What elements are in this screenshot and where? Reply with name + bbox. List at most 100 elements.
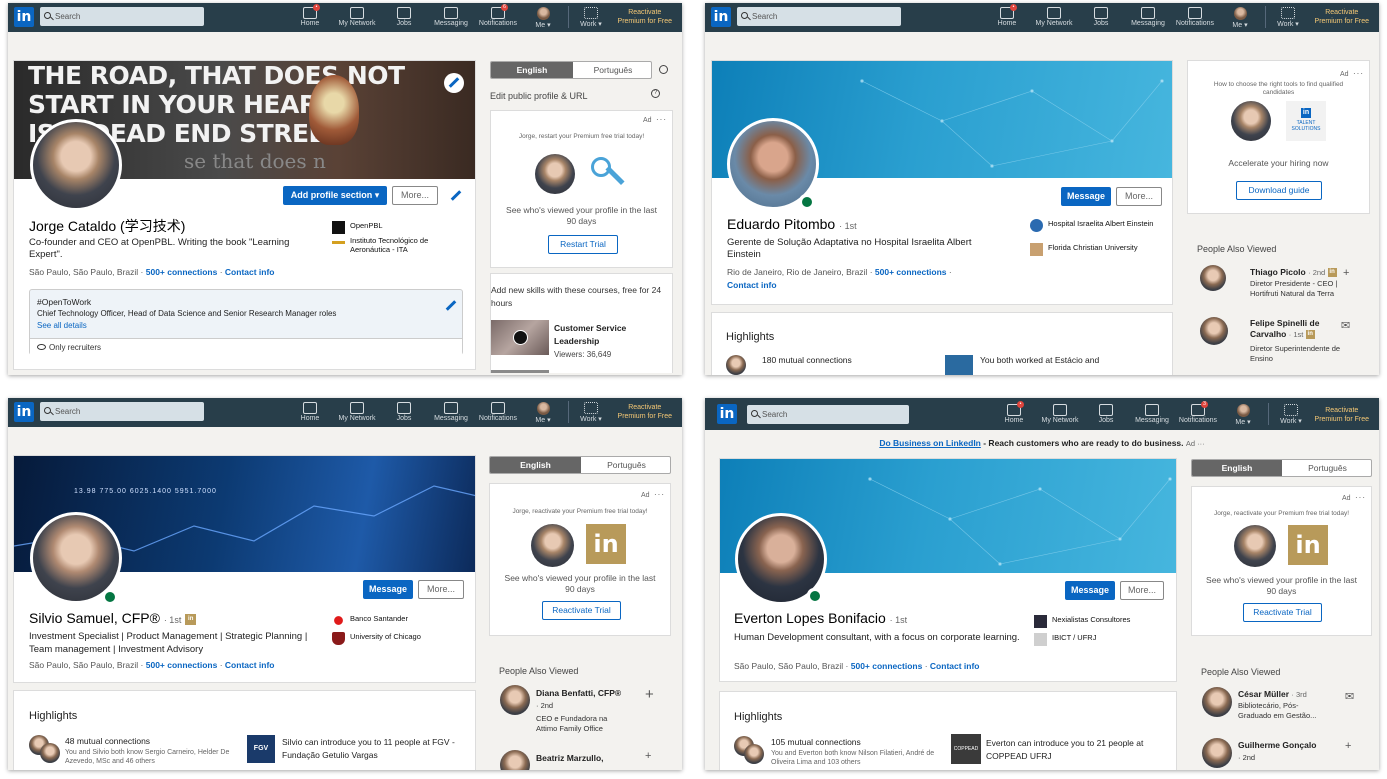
nav-jobs[interactable]: Jobs: [382, 400, 426, 422]
linkedin-logo[interactable]: in: [711, 7, 731, 27]
nav-messaging[interactable]: Messaging: [429, 5, 473, 27]
nav-me[interactable]: Me ▾: [1221, 402, 1265, 426]
search-input[interactable]: Search: [40, 7, 204, 26]
nav-home[interactable]: Home: [288, 400, 332, 422]
lang-english-tab[interactable]: English: [1192, 460, 1282, 476]
course-thumbnail[interactable]: [491, 320, 549, 355]
ad-options-icon[interactable]: ···: [1353, 69, 1364, 78]
nav-me[interactable]: Me ▾: [521, 400, 565, 424]
lang-portugues-tab[interactable]: Português: [581, 457, 670, 473]
nav-my-network[interactable]: My Network: [1032, 5, 1076, 27]
lang-english-tab[interactable]: English: [490, 457, 581, 473]
linkedin-logo[interactable]: in: [717, 404, 737, 424]
otw-see-details-link[interactable]: See all details: [37, 321, 87, 330]
download-guide-button[interactable]: Download guide: [1236, 181, 1322, 200]
reactivate-trial-button[interactable]: Reactivate Trial: [1243, 603, 1322, 622]
premium-link[interactable]: Reactivate Premium for Free: [1315, 8, 1369, 26]
connections-link[interactable]: 500+ connections: [875, 267, 947, 277]
premium-link[interactable]: Reactivate Premium for Free: [1315, 406, 1369, 424]
contact-info-link[interactable]: Contact info: [930, 661, 980, 671]
mutual-connections-link[interactable]: 48 mutual connections: [65, 736, 150, 747]
person-photo-thiago[interactable]: [1200, 265, 1226, 291]
nav-home[interactable]: • Home: [288, 4, 332, 27]
org-santander[interactable]: Banco Santander: [332, 614, 408, 627]
restart-trial-button[interactable]: Restart Trial: [548, 235, 618, 254]
search-input[interactable]: Search: [737, 7, 901, 26]
search-input[interactable]: Search: [40, 402, 204, 421]
more-button[interactable]: More...: [1120, 581, 1164, 600]
nav-notifications[interactable]: 6 Notifications: [476, 4, 520, 27]
person-name-cesar[interactable]: César Müller · 3rd: [1238, 689, 1307, 700]
message-button[interactable]: Message: [363, 580, 413, 599]
premium-link[interactable]: Reactivate Premium for Free: [618, 403, 672, 421]
reactivate-trial-button[interactable]: Reactivate Trial: [542, 601, 621, 620]
person-photo-diana[interactable]: [500, 685, 530, 715]
edit-banner-button[interactable]: [444, 73, 464, 93]
lang-portugues-tab[interactable]: Português: [573, 62, 651, 78]
course-title[interactable]: Customer Service Leadership: [554, 322, 669, 348]
person-photo-cesar[interactable]: [1202, 687, 1232, 717]
person-name-beatriz[interactable]: Beatriz Marzullo,: [536, 753, 604, 764]
language-toggle[interactable]: English Português: [489, 456, 671, 474]
nav-work[interactable]: Work ▾: [1266, 5, 1310, 28]
nav-messaging[interactable]: Messaging: [1126, 5, 1170, 27]
person-name-guilherme[interactable]: Guilherme Gonçalo: [1238, 740, 1316, 751]
mutual-connections-link[interactable]: 180 mutual connections: [762, 355, 852, 366]
language-toggle[interactable]: English Português: [1191, 459, 1372, 477]
nav-home[interactable]: • Home: [985, 4, 1029, 27]
nav-jobs[interactable]: Jobs: [382, 5, 426, 27]
nav-home[interactable]: • Home: [992, 401, 1036, 424]
ad-options-icon[interactable]: ···: [1355, 493, 1366, 502]
nav-my-network[interactable]: My Network: [335, 5, 379, 27]
ad-options-icon[interactable]: ···: [654, 490, 665, 499]
org-ibict[interactable]: IBICT / UFRJ: [1034, 633, 1096, 646]
nav-messaging[interactable]: Messaging: [429, 400, 473, 422]
nav-jobs[interactable]: Jobs: [1084, 402, 1128, 424]
connect-person-icon[interactable]: +: [645, 750, 651, 762]
edit-otw-pencil-icon[interactable]: [445, 300, 457, 311]
nav-notifications[interactable]: Notifications: [1173, 5, 1217, 27]
nav-my-network[interactable]: My Network: [335, 400, 379, 422]
linkedin-logo[interactable]: in: [14, 402, 34, 422]
org-einstein[interactable]: Hospital Israelita Albert Einstein: [1030, 219, 1158, 232]
contact-info-link[interactable]: Contact info: [225, 267, 275, 277]
ad-banner-label[interactable]: Ad ···: [1186, 439, 1205, 448]
org-ita[interactable]: Instituto Tecnológico de Aeronáutica - I…: [332, 236, 460, 254]
edit-intro-pencil-icon[interactable]: [450, 190, 462, 201]
message-button[interactable]: Message: [1065, 581, 1115, 600]
nav-work[interactable]: Work ▾: [1269, 402, 1313, 425]
person-photo-felipe[interactable]: [1200, 317, 1228, 345]
connections-link[interactable]: 500+ connections: [146, 267, 218, 277]
mutual-connections-link[interactable]: 105 mutual connections: [771, 737, 861, 748]
message-person-icon[interactable]: ✉: [1341, 319, 1350, 332]
help-icon[interactable]: ?: [651, 89, 660, 98]
person-photo-guilherme[interactable]: [1202, 738, 1232, 768]
org-uchicago[interactable]: University of Chicago: [332, 632, 421, 645]
nav-notifications[interactable]: Notifications: [476, 400, 520, 422]
nav-work[interactable]: Work ▾: [569, 5, 613, 28]
language-toggle[interactable]: English Português: [490, 61, 652, 79]
org-nexialistas[interactable]: Nexialistas Consultores: [1034, 615, 1130, 628]
more-button[interactable]: More...: [418, 580, 464, 599]
profile-photo[interactable]: [30, 119, 122, 211]
nav-me[interactable]: Me ▾: [1218, 5, 1262, 29]
nav-work[interactable]: Work ▾: [569, 400, 613, 423]
premium-link[interactable]: Reactivate Premium for Free: [618, 8, 672, 26]
course-thumbnail-2[interactable]: [491, 370, 549, 373]
lang-portugues-tab[interactable]: Português: [1282, 460, 1371, 476]
add-profile-section-button[interactable]: Add profile section ▾: [283, 186, 387, 205]
more-button[interactable]: More...: [392, 186, 438, 205]
nav-messaging[interactable]: Messaging: [1130, 402, 1174, 424]
person-name-diana[interactable]: Diana Benfatti, CFP®: [536, 688, 621, 699]
org-florida[interactable]: Florida Christian University: [1030, 243, 1163, 256]
linkedin-logo[interactable]: in: [14, 7, 34, 27]
edit-public-profile-link[interactable]: Edit public profile & URL: [490, 91, 588, 101]
open-to-work-card[interactable]: #OpenToWork Chief Technology Officer, He…: [29, 289, 463, 356]
connections-link[interactable]: 500+ connections: [146, 660, 218, 670]
contact-info-link[interactable]: Contact info: [225, 660, 275, 670]
lang-english-tab[interactable]: English: [491, 62, 573, 78]
person-name-felipe[interactable]: Felipe Spinelli de Carvalho · 1st in: [1250, 318, 1345, 340]
follow-person-icon[interactable]: +: [645, 686, 654, 703]
message-button[interactable]: Message: [1061, 187, 1111, 206]
nav-me[interactable]: Me ▾: [521, 5, 565, 29]
